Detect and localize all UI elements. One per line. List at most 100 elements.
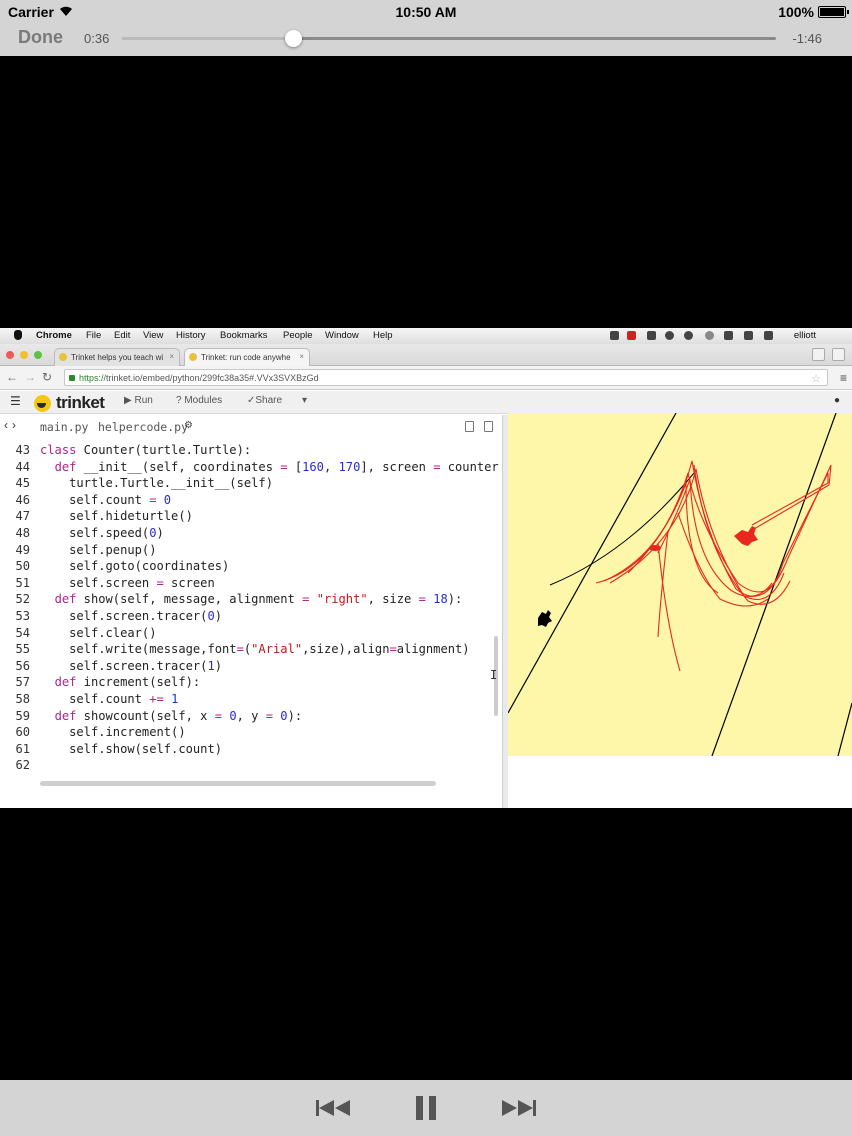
menu-item: Help	[373, 330, 393, 341]
fullscreen-icon[interactable]	[832, 348, 845, 361]
code-line[interactable]: 58 self.count += 1	[0, 692, 178, 709]
modules-button[interactable]: ? Modules	[176, 395, 222, 406]
modules-label: Modules	[184, 395, 223, 406]
file-tab-main[interactable]: main.py	[40, 420, 88, 434]
editor-horizontal-scrollbar[interactable]	[40, 781, 436, 786]
code-text: def increment(self):	[54, 675, 201, 690]
code-line[interactable]: 43 class Counter(turtle.Turtle):	[0, 443, 251, 460]
player-top-bar: Carrier 10:50 AM 100% Done 0:36 -1:46	[0, 0, 852, 56]
code-line[interactable]: 48 self.speed(0)	[0, 526, 163, 543]
scrubber-fill	[122, 37, 294, 40]
run-label: Run	[134, 395, 153, 406]
browser-tab[interactable]: Trinket helps you teach wi ×	[54, 348, 180, 366]
wifi-menu-icon	[724, 331, 733, 340]
code-line[interactable]: 52 def show(self, message, alignment = "…	[0, 592, 462, 609]
line-number: 49	[15, 542, 30, 557]
bookmark-star-icon[interactable]: ☆	[811, 372, 821, 385]
code-line[interactable]: 45 turtle.Turtle.__init__(self)	[0, 476, 273, 493]
line-number: 48	[15, 526, 30, 540]
chrome-menu-icon[interactable]: ≡	[840, 371, 847, 385]
scrubber-row: Done 0:36 -1:46	[0, 24, 852, 56]
menu-user: elliott	[793, 330, 816, 341]
code-text: self.screen = screen	[40, 575, 215, 590]
reload-icon[interactable]: ↻	[42, 370, 52, 384]
fast-forward-icon[interactable]	[500, 1094, 538, 1122]
code-text: class Counter(turtle.Turtle):	[40, 443, 252, 457]
browser-tab-bar: Trinket helps you teach wi × Trinket: ru…	[0, 344, 852, 366]
url-field[interactable]: https://trinket.io/embed/python/299fc38a…	[64, 369, 847, 386]
code-text: self.screen.tracer(0)	[40, 609, 223, 623]
code-text: def showcount(self, x = 0, y = 0):	[54, 708, 303, 723]
code-line[interactable]: 51 self.screen = screen	[0, 575, 215, 593]
turtle-output-canvas	[508, 413, 852, 756]
display-icon	[764, 331, 773, 340]
url-scheme: https://	[79, 373, 107, 383]
battery-percent: 100%	[778, 4, 814, 20]
code-line[interactable]: 60 self.increment()	[0, 725, 185, 742]
bluetooth-icon	[705, 331, 714, 340]
code-line[interactable]: 44 def __init__(self, coordinates = [160…	[0, 460, 498, 477]
forward-icon[interactable]: →	[24, 370, 36, 384]
line-number: 54	[15, 625, 30, 640]
new-file-icon[interactable]	[465, 421, 474, 432]
close-tab-icon[interactable]: ×	[299, 352, 304, 361]
back-icon[interactable]: ←	[6, 370, 18, 384]
code-text: turtle.Turtle.__init__(self)	[40, 476, 273, 491]
elapsed-time: 0:36	[84, 31, 110, 46]
output-console	[508, 756, 852, 808]
line-number: 47	[15, 509, 30, 524]
scrubber-thumb[interactable]	[285, 30, 303, 47]
share-button[interactable]: ✓Share	[247, 395, 282, 406]
code-line[interactable]: 57 def increment(self):	[0, 675, 200, 692]
menu-item: Chrome	[36, 330, 72, 341]
file-tab-helper[interactable]: helpercode.py	[98, 420, 188, 434]
zoom-window-icon[interactable]	[34, 351, 42, 359]
code-line[interactable]: 50 self.goto(coordinates)	[0, 559, 229, 576]
code-line[interactable]: 46 self.count = 0	[0, 493, 171, 510]
record-icon	[627, 331, 636, 340]
apple-icon	[14, 330, 22, 340]
code-line[interactable]: 61 self.show(self.count)	[0, 742, 222, 759]
code-line[interactable]: 49 self.penup()	[0, 542, 156, 560]
trinket-logo-icon	[34, 395, 51, 412]
address-bar: ← → ↻ https://trinket.io/embed/python/29…	[0, 366, 852, 390]
code-line[interactable]: 55 self.write(message,font=("Arial",size…	[0, 642, 469, 659]
line-number: 43	[15, 443, 30, 457]
video-frame[interactable]: Chrome File Edit View History Bookmarks …	[0, 328, 852, 808]
code-text: self.goto(coordinates)	[40, 559, 230, 574]
trinket-brand: trinket	[56, 393, 105, 412]
close-window-icon[interactable]	[6, 351, 14, 359]
run-button[interactable]: ▶ Run	[124, 395, 153, 406]
hamburger-menu-icon[interactable]: ☰	[10, 394, 21, 408]
scrubber-track[interactable]	[122, 37, 776, 40]
code-line[interactable]: 59 def showcount(self, x = 0, y = 0):	[0, 709, 302, 726]
line-number: 53	[15, 609, 30, 623]
code-line[interactable]: 47 self.hideturtle()	[0, 509, 192, 526]
close-tab-icon[interactable]: ×	[169, 352, 174, 361]
play-icon: ▶	[124, 395, 135, 406]
browser-tab-active[interactable]: Trinket: run code anywhe ×	[184, 348, 310, 366]
rewind-icon[interactable]	[314, 1094, 352, 1122]
gear-icon[interactable]: ⚙	[184, 420, 193, 431]
battery-icon	[818, 6, 849, 18]
pause-icon[interactable]	[412, 1094, 440, 1122]
code-editor[interactable]: I 43 class Counter(turtle.Turtle): 44 def …	[0, 439, 502, 808]
code-line[interactable]: 54 self.clear()	[0, 625, 156, 643]
black-turtle-icon	[538, 610, 552, 627]
line-number: 50	[15, 559, 30, 574]
share-dropdown-chevron-icon[interactable]: ▾	[302, 395, 307, 406]
line-number: 56	[15, 658, 30, 673]
volume-icon	[744, 331, 753, 340]
code-line[interactable]: 56 self.screen.tracer(1)	[0, 659, 222, 676]
profile-icon[interactable]	[812, 348, 825, 361]
upload-image-icon[interactable]	[484, 421, 493, 432]
file-nav-arrows-icon[interactable]: ‹›	[4, 418, 20, 432]
code-line[interactable]: 62	[0, 758, 40, 775]
user-icon[interactable]: ●	[834, 395, 840, 406]
clock-icon	[684, 331, 693, 340]
minimize-window-icon[interactable]	[20, 351, 28, 359]
battery-app-icon	[647, 331, 656, 340]
done-button[interactable]: Done	[18, 27, 63, 48]
code-line[interactable]: 53 self.screen.tracer(0)	[0, 609, 222, 626]
file-tab-bar: ‹› main.py helpercode.py ⚙	[0, 415, 502, 439]
